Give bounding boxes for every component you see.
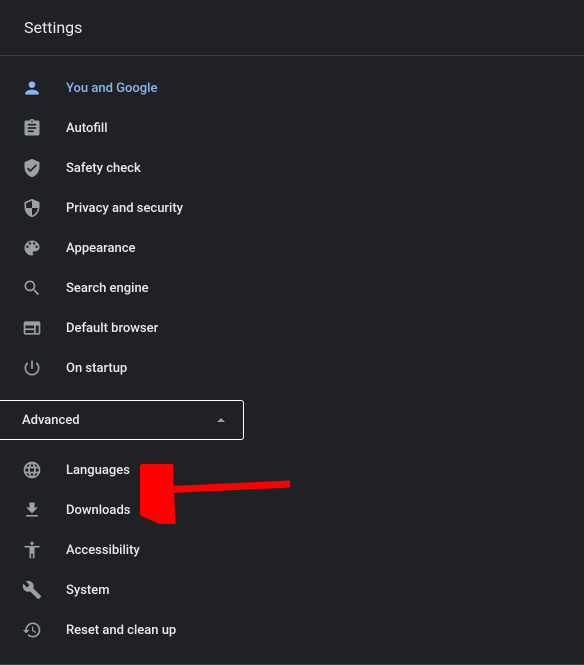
- security-icon: [22, 198, 42, 218]
- download-icon: [22, 500, 42, 520]
- nav-item-accessibility[interactable]: Accessibility: [0, 530, 584, 570]
- nav-label: Privacy and security: [66, 201, 183, 216]
- accessibility-icon: [22, 540, 42, 560]
- nav-label: Default browser: [66, 321, 158, 336]
- nav-item-autofill[interactable]: Autofill: [0, 108, 584, 148]
- nav-item-safety-check[interactable]: Safety check: [0, 148, 584, 188]
- nav-label: Reset and clean up: [66, 623, 176, 638]
- nav-label: Search engine: [66, 281, 149, 296]
- palette-icon: [22, 238, 42, 258]
- nav-label: Accessibility: [66, 543, 140, 558]
- nav-item-you-and-google[interactable]: You and Google: [0, 68, 584, 108]
- nav-label: Appearance: [66, 241, 135, 256]
- nav-label: Autofill: [66, 121, 108, 136]
- nav-item-appearance[interactable]: Appearance: [0, 228, 584, 268]
- nav-item-default-browser[interactable]: Default browser: [0, 308, 584, 348]
- nav-item-on-startup[interactable]: On startup: [0, 348, 584, 388]
- page-title: Settings: [24, 18, 560, 37]
- nav-item-languages[interactable]: Languages: [0, 450, 584, 490]
- restore-icon: [22, 620, 42, 640]
- nav-label: Languages: [66, 463, 130, 478]
- settings-nav: You and Google Autofill Safety check Pri…: [0, 56, 584, 665]
- chevron-up-icon: [217, 418, 225, 422]
- nav-item-search-engine[interactable]: Search engine: [0, 268, 584, 308]
- nav-item-system[interactable]: System: [0, 570, 584, 610]
- advanced-label: Advanced: [22, 413, 80, 428]
- nav-label: You and Google: [66, 81, 157, 96]
- search-icon: [22, 278, 42, 298]
- person-icon: [22, 78, 42, 98]
- nav-label: On startup: [66, 361, 127, 376]
- advanced-toggle[interactable]: Advanced: [0, 400, 244, 440]
- nav-label: Downloads: [66, 503, 130, 518]
- assignment-icon: [22, 118, 42, 138]
- nav-label: System: [66, 583, 110, 598]
- language-icon: [22, 460, 42, 480]
- nav-label: Safety check: [66, 161, 141, 176]
- power-icon: [22, 358, 42, 378]
- nav-item-privacy-security[interactable]: Privacy and security: [0, 188, 584, 228]
- build-icon: [22, 580, 42, 600]
- verified-user-icon: [22, 158, 42, 178]
- nav-item-downloads[interactable]: Downloads: [0, 490, 584, 530]
- web-icon: [22, 318, 42, 338]
- nav-item-reset[interactable]: Reset and clean up: [0, 610, 584, 650]
- settings-header: Settings: [0, 0, 584, 56]
